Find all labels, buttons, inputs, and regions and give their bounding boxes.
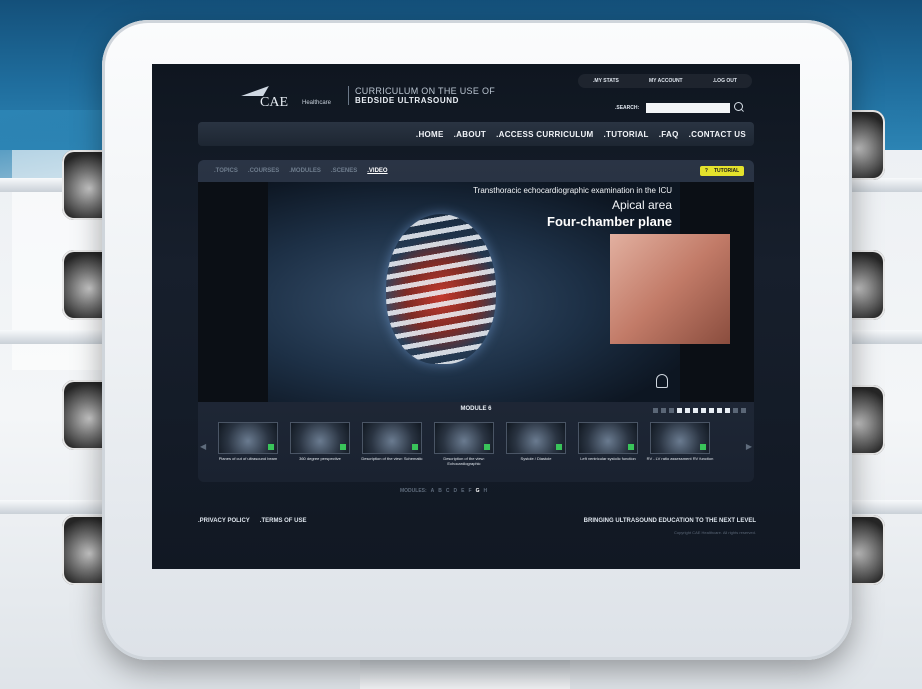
module-letter[interactable]: E <box>461 488 464 494</box>
log-out-link[interactable]: .LOG OUT <box>713 78 737 84</box>
nav-tutorial[interactable]: .TUTORIAL <box>604 130 649 139</box>
check-icon <box>412 444 418 450</box>
search-label: .SEARCH: <box>615 105 640 111</box>
pager-dot[interactable] <box>685 408 690 413</box>
probe-placement-photo <box>610 234 730 344</box>
check-icon <box>628 444 634 450</box>
my-stats-link[interactable]: .MY STATS <box>593 78 619 84</box>
pager-dot[interactable] <box>725 408 730 413</box>
video-caption-exam: Transthoracic echocardiographic examinat… <box>473 186 672 195</box>
main-nav: .HOME .ABOUT .ACCESS CURRICULUM .TUTORIA… <box>198 122 754 146</box>
module-letter[interactable]: F <box>469 488 472 494</box>
module-letter[interactable]: B <box>438 488 442 494</box>
footer-links: .PRIVACY POLICY .TERMS OF USE <box>198 518 306 524</box>
thumbnail-image <box>218 422 278 454</box>
pager-dot[interactable] <box>661 408 666 413</box>
video-caption-area: Apical area <box>611 198 672 212</box>
search-icon[interactable] <box>734 102 743 111</box>
pager-dot[interactable] <box>693 408 698 413</box>
thumbnail-image <box>290 422 350 454</box>
thumbnail-label: RV - LV ratio assessment RV function <box>646 456 714 461</box>
check-icon <box>340 444 346 450</box>
thumbnail-image <box>506 422 566 454</box>
thumbnail-item[interactable]: RV - LV ratio assessment RV function <box>646 422 714 476</box>
ribcage-heart-illustration <box>386 214 496 364</box>
nav-about[interactable]: .ABOUT <box>454 130 486 139</box>
thumbnail-image <box>434 422 494 454</box>
logo-subtitle: Healthcare <box>302 100 332 106</box>
tab-topics[interactable]: .TOPICS <box>214 168 238 174</box>
module-letter[interactable]: C <box>446 488 450 494</box>
search-input[interactable] <box>646 103 730 113</box>
thumbnail-label: Description of the view: Echocardiograph… <box>443 456 485 466</box>
logo-text: CAE <box>260 95 288 110</box>
chevron-left-icon[interactable]: ◀ <box>200 442 206 451</box>
video-caption-plane: Four-chamber plane <box>547 214 672 229</box>
monitor-stand <box>360 660 570 689</box>
pager-dot[interactable] <box>653 408 658 413</box>
pager-dot[interactable] <box>701 408 706 413</box>
thumbnail-item[interactable]: Planes of cut of ultrasound beam <box>214 422 282 476</box>
help-icon: ? <box>704 168 708 174</box>
site-title: CURRICULUM ON THE USE OF BEDSIDE ULTRASO… <box>348 86 495 105</box>
tab-courses[interactable]: .COURSES <box>248 168 279 174</box>
thumbnail-item[interactable]: 360 degree perspective <box>286 422 354 476</box>
thumbnail-label: Systole / Diastole <box>520 456 552 461</box>
video-player[interactable]: Transthoracic echocardiographic examinat… <box>198 182 754 402</box>
footer-tagline: BRINGING ULTRASOUND EDUCATION TO THE NEX… <box>583 518 756 524</box>
content-panel: .TOPICS .COURSES .MODULES .SCENES .VIDEO… <box>198 160 754 482</box>
monitor-screen: CAE Healthcare CURRICULUM ON THE USE OF … <box>152 64 800 569</box>
thumbnail-item[interactable]: Left ventricular systolic function <box>574 422 642 476</box>
pager-dot[interactable] <box>717 408 722 413</box>
nav-faq[interactable]: .FAQ <box>659 130 679 139</box>
module-letter-nav: MODULES: A B C D E F G H <box>400 488 487 494</box>
tab-scenes[interactable]: .SCENES <box>331 168 357 174</box>
tab-video[interactable]: .VIDEO <box>367 168 387 174</box>
terms-of-use-link[interactable]: .TERMS OF USE <box>260 518 307 524</box>
site-title-line2: BEDSIDE ULTRASOUND <box>355 96 459 105</box>
thumbnail-item[interactable]: Description of the view: Schematic <box>358 422 426 476</box>
privacy-policy-link[interactable]: .PRIVACY POLICY <box>198 518 250 524</box>
ultrasound-probe-icon <box>656 374 668 388</box>
check-icon <box>700 444 706 450</box>
pager-dot[interactable] <box>741 408 746 413</box>
site-title-line1: CURRICULUM ON THE USE OF <box>355 86 496 96</box>
module-thumbnails: Planes of cut of ultrasound beam 360 deg… <box>214 422 738 476</box>
module-letter[interactable]: D <box>454 488 458 494</box>
modules-label: MODULES: <box>400 488 427 494</box>
tutorial-button[interactable]: ? TUTORIAL <box>700 166 744 176</box>
chevron-right-icon[interactable]: ▶ <box>746 442 752 451</box>
thumbnail-label: 360 degree perspective <box>299 456 341 461</box>
thumbnail-label: Description of the view: Schematic <box>361 456 423 461</box>
module-pager-dots <box>653 408 746 413</box>
tab-modules[interactable]: .MODULES <box>289 168 321 174</box>
cae-logo[interactable]: CAE Healthcare <box>240 86 331 114</box>
copyright-text: Copyright CAE Healthcare. All rights res… <box>673 530 756 535</box>
nav-access-curriculum[interactable]: .ACCESS CURRICULUM <box>496 130 593 139</box>
account-bar: .MY STATS MY ACCOUNT .LOG OUT <box>578 74 752 88</box>
thumbnail-label: Planes of cut of ultrasound beam <box>218 456 278 461</box>
pager-dot[interactable] <box>733 408 738 413</box>
thumbnail-image <box>650 422 710 454</box>
pager-dot[interactable] <box>677 408 682 413</box>
thumbnail-image <box>362 422 422 454</box>
pager-dot[interactable] <box>709 408 714 413</box>
module-letter[interactable]: H <box>483 488 487 494</box>
nav-home[interactable]: .HOME <box>416 130 444 139</box>
thumbnail-image <box>578 422 638 454</box>
my-account-link[interactable]: MY ACCOUNT <box>649 78 683 84</box>
check-icon <box>268 444 274 450</box>
thumbnail-item[interactable]: Systole / Diastole <box>502 422 570 476</box>
content-tabs: .TOPICS .COURSES .MODULES .SCENES .VIDEO <box>214 168 388 174</box>
thumbnail-item[interactable]: Description of the view: Echocardiograph… <box>430 422 498 476</box>
thumbnail-label: Left ventricular systolic function <box>580 456 636 461</box>
tutorial-button-label: TUTORIAL <box>713 168 740 174</box>
module-letter[interactable]: A <box>431 488 435 494</box>
nav-contact-us[interactable]: .CONTACT US <box>689 130 746 139</box>
check-icon <box>484 444 490 450</box>
module-letter-current[interactable]: G <box>476 488 480 494</box>
pager-dot[interactable] <box>669 408 674 413</box>
check-icon <box>556 444 562 450</box>
